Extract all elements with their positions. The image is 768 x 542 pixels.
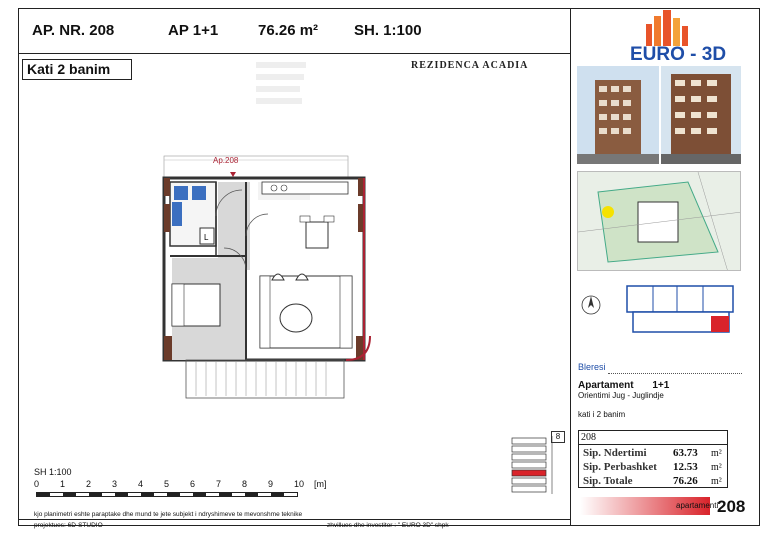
floor-info: kati i 2 banim bbox=[578, 410, 626, 419]
orientation: Orientimi Jug - Juglindje bbox=[578, 391, 664, 400]
scale-tick-label: 1 bbox=[60, 479, 66, 489]
disclaimer: kjo planimetri eshte paraptake dhe mund … bbox=[34, 511, 303, 518]
sheet-divider bbox=[570, 8, 571, 526]
floor-plan: L bbox=[162, 155, 371, 399]
unit-tag: Ap.208 bbox=[213, 156, 239, 165]
area-value-3: 76.26 bbox=[673, 475, 698, 487]
area-unit-1: m² bbox=[711, 448, 722, 459]
area-label-3: Sip. Totale bbox=[583, 475, 633, 487]
scale-tick-label: 6 bbox=[190, 479, 196, 489]
apartment-label: Apartament bbox=[578, 380, 634, 391]
scale-tick-label: 10 bbox=[294, 479, 305, 489]
apt-no: 208 bbox=[581, 432, 596, 443]
scale-tick-label: 8 bbox=[242, 479, 248, 489]
scale-bar bbox=[36, 492, 298, 497]
scale-tick-label: 4 bbox=[138, 479, 144, 489]
brand-name: EURO - 3D bbox=[630, 44, 727, 65]
floor-label: Kati 2 banim bbox=[22, 59, 132, 80]
floor-number: 8 bbox=[551, 431, 565, 443]
areas-table: 208 Sip. Ndertimi 63.73 m² Sip. Perbashk… bbox=[578, 430, 728, 488]
buyer-label: Bleresi bbox=[578, 362, 606, 372]
key-plan bbox=[626, 285, 734, 333]
watermark bbox=[256, 58, 306, 128]
title-bar: AP. NR. 208 AP 1+1 76.26 m² SH. 1:100 bbox=[18, 8, 570, 54]
svg-text:L: L bbox=[204, 233, 209, 242]
designer: projektues: 6D-STUDIO bbox=[34, 522, 103, 529]
site-plan bbox=[577, 171, 741, 271]
area-unit-2: m² bbox=[711, 462, 722, 473]
scale-tick-label: 7 bbox=[216, 479, 222, 489]
project-name: REZIDENCA ACADIA bbox=[411, 60, 529, 71]
building-photo-1 bbox=[577, 66, 659, 164]
scale-tick-label: 2 bbox=[86, 479, 92, 489]
apt-word: apartamenti bbox=[676, 501, 719, 510]
building-photo-2 bbox=[661, 66, 741, 164]
north-arrow-icon bbox=[581, 295, 601, 315]
apartment-number: AP. NR. 208 bbox=[32, 22, 115, 39]
euro3d-logo-icon bbox=[646, 10, 688, 46]
scale-bar-unit: [m] bbox=[314, 479, 327, 489]
area-value-1: 63.73 bbox=[673, 447, 698, 459]
scale-tick-label: 9 bbox=[268, 479, 274, 489]
area-label-1: Sip. Ndertimi bbox=[583, 447, 647, 459]
drawing-scale: SH. 1:100 bbox=[354, 22, 422, 39]
apartment-type: AP 1+1 bbox=[168, 22, 219, 39]
area-unit-3: m² bbox=[711, 476, 722, 487]
scale-tick-label: 0 bbox=[34, 479, 40, 489]
apartment-type-info: 1+1 bbox=[652, 380, 670, 391]
scale-tick-label: 3 bbox=[112, 479, 118, 489]
apt-number-big: 208 bbox=[717, 497, 746, 516]
area-value-2: 12.53 bbox=[673, 461, 698, 473]
area-label-2: Sip. Perbashket bbox=[583, 461, 657, 473]
scale-tick-label: 5 bbox=[164, 479, 170, 489]
scale-bar-label: SH 1:100 bbox=[34, 467, 72, 477]
buyer-info: Bleresi Apartament 1+1 Orientimi Jug - J… bbox=[578, 362, 742, 432]
apartment-area: 76.26 m² bbox=[258, 22, 319, 39]
developer: zhvillues dhe investitor : " EURO 3D" sh… bbox=[327, 522, 449, 529]
